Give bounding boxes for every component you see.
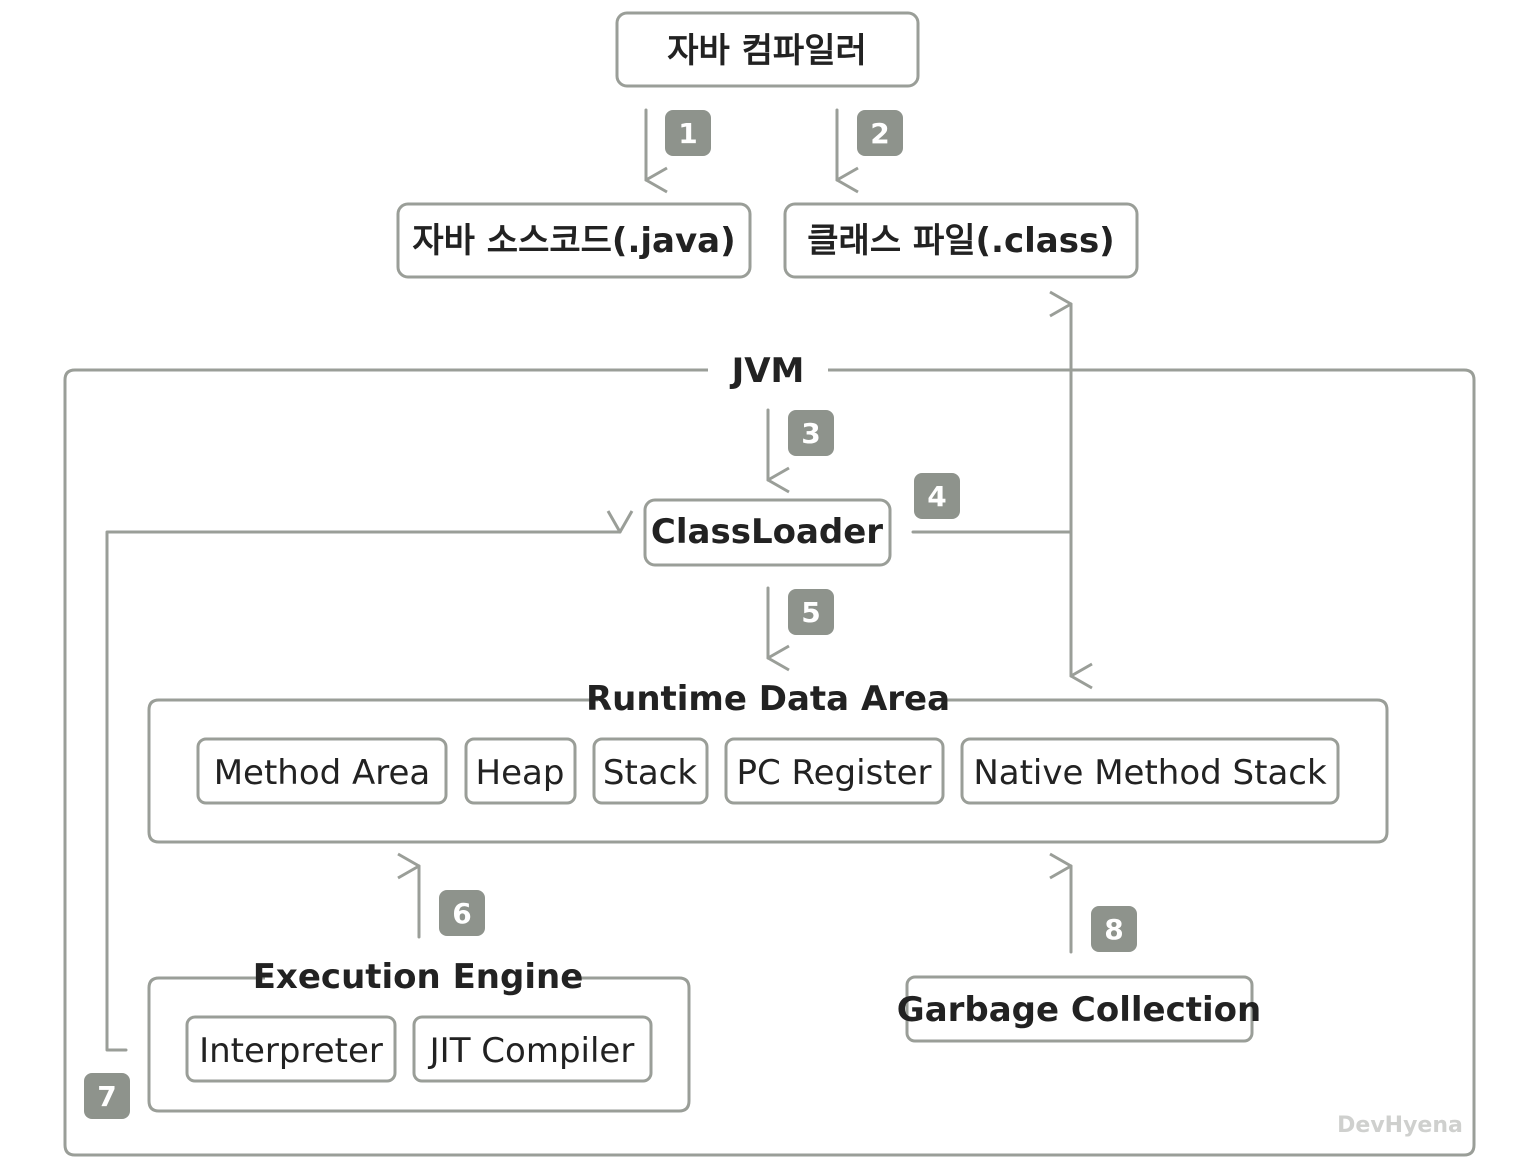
heap-label: Heap: [476, 753, 565, 793]
stack-node: Stack: [592, 737, 709, 805]
method-area-node: Method Area: [196, 737, 448, 805]
java-source-label: 자바 소스코드(.java): [412, 221, 735, 261]
step-badge-3: 3: [788, 410, 834, 456]
step-badge-7: 7: [84, 1073, 130, 1119]
jit-compiler-label: JIT Compiler: [428, 1031, 635, 1071]
class-file-node: 클래스 파일(.class): [783, 202, 1139, 279]
class-loader-label: ClassLoader: [651, 512, 883, 552]
garbage-collection-node: Garbage Collection: [897, 975, 1261, 1043]
garbage-collection-label: Garbage Collection: [897, 990, 1261, 1030]
svg-text:3: 3: [801, 417, 820, 450]
svg-text:2: 2: [870, 117, 889, 150]
class-loader-node: ClassLoader: [643, 498, 892, 567]
interpreter-label: Interpreter: [199, 1031, 383, 1071]
step-badge-6: 6: [439, 890, 485, 936]
stack-label: Stack: [603, 753, 697, 793]
step-badge-8: 8: [1091, 906, 1137, 952]
heap-node: Heap: [464, 737, 577, 805]
svg-text:7: 7: [97, 1080, 116, 1113]
jvm-architecture-diagram: 자바 컴파일러 자바 소스코드(.java) 클래스 파일(.class) JV…: [63, 11, 1476, 1157]
execution-engine-label: Execution Engine: [253, 957, 584, 997]
jit-compiler-node: JIT Compiler: [412, 1015, 653, 1083]
step-badge-1: 1: [665, 110, 711, 156]
pc-register-label: PC Register: [736, 753, 931, 793]
java-compiler-node: 자바 컴파일러: [615, 11, 920, 88]
step-badge-2: 2: [857, 110, 903, 156]
svg-text:1: 1: [678, 117, 697, 150]
java-source-node: 자바 소스코드(.java): [396, 202, 752, 279]
class-file-label: 클래스 파일(.class): [807, 221, 1114, 261]
java-compiler-label: 자바 컴파일러: [667, 31, 867, 71]
interpreter-node: Interpreter: [185, 1015, 397, 1083]
svg-text:4: 4: [927, 480, 946, 513]
svg-text:6: 6: [452, 897, 471, 930]
step-badge-4: 4: [914, 473, 960, 519]
pc-register-node: PC Register: [724, 737, 945, 805]
native-method-stack-node: Native Method Stack: [960, 737, 1340, 805]
runtime-data-area-label: Runtime Data Area: [586, 679, 950, 719]
jvm-label: JVM: [730, 351, 805, 391]
svg-text:8: 8: [1104, 913, 1123, 946]
step-badge-5: 5: [788, 589, 834, 635]
native-method-stack-label: Native Method Stack: [973, 753, 1327, 793]
method-area-label: Method Area: [214, 753, 431, 793]
watermark: DevHyena: [1337, 1113, 1463, 1138]
svg-text:5: 5: [801, 596, 820, 629]
